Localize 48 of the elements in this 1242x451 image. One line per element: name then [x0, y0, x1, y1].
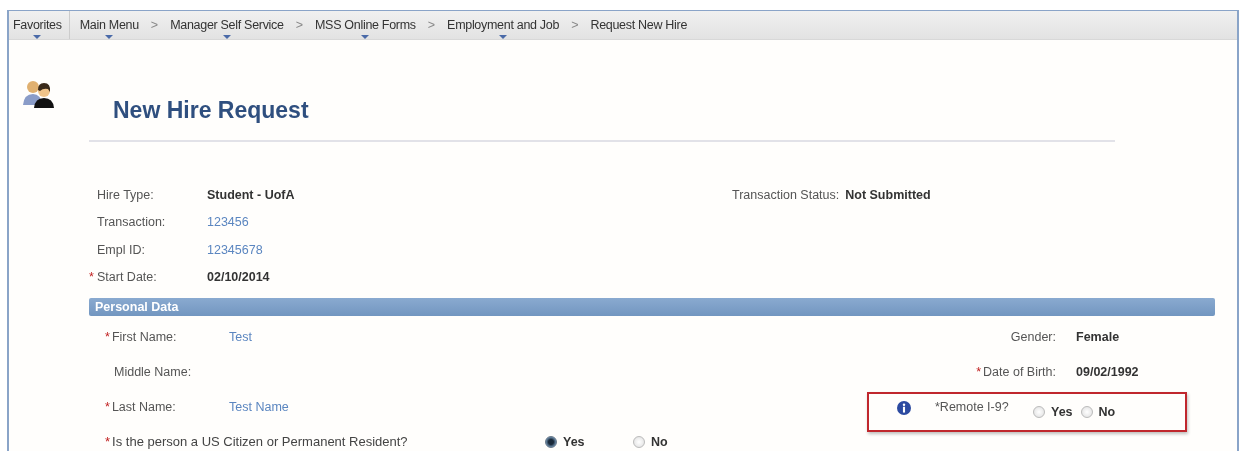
field-label: * First Name:: [105, 329, 178, 344]
dropdown-caret-icon[interactable]: [33, 35, 42, 39]
field-value[interactable]: 12345678: [207, 242, 263, 257]
breadcrumb-link[interactable]: Favorites: [9, 18, 66, 32]
breadcrumb-link[interactable]: Employment and Job: [443, 18, 564, 32]
radio-button[interactable]: [545, 435, 557, 448]
field-value: Student - UofA: [207, 187, 295, 202]
radio-button[interactable]: [1080, 406, 1093, 418]
field-label: Hire Type:: [96, 187, 155, 202]
field-label: * Date of Birth:: [975, 364, 1056, 379]
field-value: 02/10/2014: [207, 270, 270, 285]
field-value: Female: [1076, 329, 1120, 344]
dropdown-caret-icon[interactable]: [105, 35, 114, 39]
field-label: * Start Date:: [89, 270, 158, 285]
breadcrumb-separator: >: [427, 18, 436, 32]
field-label: Transaction:: [96, 215, 167, 230]
page-title: New Hire Request: [113, 96, 309, 124]
radio-button[interactable]: [633, 435, 645, 448]
info-icon[interactable]: [897, 401, 911, 415]
people-icon: [22, 78, 56, 109]
dropdown-caret-icon[interactable]: [499, 35, 508, 39]
field-label: Empl ID:: [96, 242, 146, 257]
option-label: Yes: [563, 434, 585, 449]
field-label: Transaction Status:: [731, 187, 840, 202]
question-label: *Remote I-9?: [935, 400, 1010, 414]
radio-button[interactable]: [1033, 406, 1045, 418]
field-value[interactable]: 123456: [207, 215, 249, 230]
breadcrumb-link[interactable]: MSS Online Forms: [311, 18, 420, 32]
breadcrumb-link[interactable]: Request New Hire: [586, 18, 692, 32]
option-label: No: [1098, 405, 1116, 419]
dropdown-caret-icon[interactable]: [222, 35, 231, 39]
field-value: Test: [229, 329, 252, 344]
breadcrumb-separator: >: [295, 18, 303, 32]
question-label: *Is the person a US Citizen or Permanent Resident?: [105, 434, 409, 449]
dropdown-caret-icon[interactable]: [361, 35, 370, 39]
field-value: Not Submitted: [845, 187, 931, 202]
field-label: * Last Name:: [105, 399, 177, 414]
option-label: Yes: [1051, 405, 1073, 419]
breadcrumb-separator: >: [150, 18, 159, 32]
section-header: Personal Data: [89, 298, 1215, 316]
field-label: Gender:: [1009, 329, 1056, 344]
breadcrumb-link[interactable]: Manager Self Service: [166, 18, 288, 32]
breadcrumb-link[interactable]: Main Menu: [75, 18, 143, 32]
breadcrumb-separator: >: [571, 18, 579, 32]
field-label: Middle Name:: [113, 364, 193, 379]
field-value: Test Name: [229, 399, 289, 414]
option-label: No: [651, 434, 668, 449]
field-value: 09/02/1992: [1076, 364, 1139, 379]
